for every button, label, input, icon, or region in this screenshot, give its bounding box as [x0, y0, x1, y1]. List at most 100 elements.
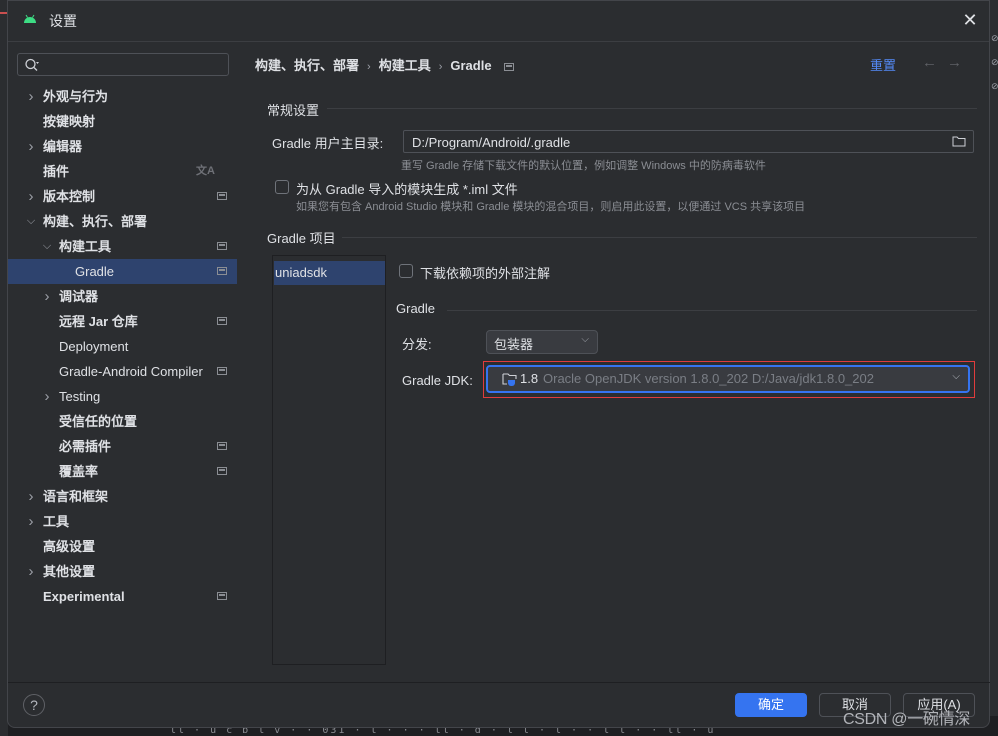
- back-arrow-icon[interactable]: ←: [922, 54, 937, 71]
- chevron-right-icon[interactable]: ›: [26, 84, 36, 109]
- gradle-jdk-label: Gradle JDK:: [402, 373, 473, 388]
- sidebar-item-label: 工具: [43, 514, 70, 529]
- sidebar-item[interactable]: 受信任的位置: [8, 409, 237, 434]
- background-window-edge-right: ⊘ ⊘ ⊘: [990, 0, 998, 736]
- ok-button[interactable]: 确定: [735, 693, 807, 717]
- folder-icon[interactable]: [952, 135, 966, 147]
- sidebar-item[interactable]: Deployment: [8, 334, 237, 359]
- breadcrumb-item-current: Gradle: [450, 58, 492, 73]
- search-input[interactable]: [44, 56, 228, 75]
- sidebar-item[interactable]: 远程 Jar 仓库: [8, 309, 237, 334]
- chevron-right-icon[interactable]: ›: [26, 484, 36, 509]
- jdk-folder-icon: [502, 373, 517, 386]
- project-scope-icon: [217, 317, 227, 325]
- project-scope-icon: [217, 467, 227, 475]
- breadcrumb-item[interactable]: 构建工具: [379, 58, 431, 73]
- sidebar-item-label: 受信任的位置: [59, 414, 138, 429]
- sidebar-item-label: 外观与行为: [43, 89, 109, 104]
- chevron-right-icon[interactable]: ›: [26, 134, 36, 159]
- sidebar-item-label: 其他设置: [43, 564, 96, 579]
- sidebar-item-label: Gradle: [75, 264, 115, 279]
- section-divider: [327, 108, 977, 109]
- sidebar-item-label: 语言和框架: [43, 489, 109, 504]
- sidebar-item[interactable]: 插件 文A: [8, 159, 237, 184]
- sidebar-item[interactable]: 覆盖率: [8, 459, 237, 484]
- android-icon: [24, 14, 36, 23]
- sidebar-item-label: 插件: [43, 164, 70, 179]
- section-divider: [447, 310, 977, 311]
- sidebar-item[interactable]: ⌵ 构建工具: [8, 234, 237, 259]
- gradle-user-home-hint: 重写 Gradle 存储下载文件的默认位置，例如调整 Windows 中的防病毒…: [401, 160, 766, 172]
- gradle-section-title: Gradle: [396, 301, 436, 316]
- sidebar-item[interactable]: › 外观与行为: [8, 84, 237, 109]
- sidebar-item-label: 按键映射: [43, 114, 96, 129]
- general-settings-title: 常规设置: [267, 103, 320, 118]
- generate-iml-label[interactable]: 为从 Gradle 导入的模块生成 *.iml 文件: [296, 179, 518, 198]
- breadcrumb-separator: ›: [438, 61, 443, 73]
- search-field[interactable]: [17, 53, 229, 76]
- search-icon: [25, 58, 39, 71]
- help-button[interactable]: ?: [23, 694, 45, 716]
- watermark: CSDN @一碗情深: [843, 711, 971, 728]
- chevron-right-icon[interactable]: ›: [26, 509, 36, 534]
- dialog-title: 设置: [49, 13, 77, 29]
- project-scope-icon: [503, 62, 514, 71]
- project-item-uniadsdk[interactable]: uniadsdk: [274, 261, 385, 285]
- sidebar-item-label: 构建、执行、部署: [43, 214, 148, 229]
- close-icon: ✕: [962, 10, 978, 30]
- project-scope-icon: [217, 592, 227, 600]
- download-annotations-label[interactable]: 下载依赖项的外部注解: [420, 263, 550, 282]
- sidebar-item[interactable]: › 编辑器: [8, 134, 237, 159]
- chevron-down-icon[interactable]: ⌵: [42, 234, 52, 259]
- gradle-jdk-dropdown[interactable]: 1.8 Oracle OpenJDK version 1.8.0_202 D:/…: [486, 365, 970, 393]
- footer-divider: [8, 682, 990, 683]
- project-scope-icon: [217, 192, 227, 200]
- sidebar-item-label: Testing: [59, 389, 101, 404]
- link-icon: ⊘: [991, 57, 998, 67]
- sidebar-item-label: Experimental: [43, 589, 125, 604]
- forward-arrow-icon[interactable]: →: [947, 54, 962, 71]
- project-scope-icon: [217, 442, 227, 450]
- sidebar-item[interactable]: 按键映射: [8, 109, 237, 134]
- link-icon: ⊘: [991, 81, 998, 91]
- distribution-value: 包装器: [494, 337, 534, 352]
- breadcrumb-item[interactable]: 构建、执行、部署: [255, 58, 359, 73]
- chevron-down-icon[interactable]: ⌵: [26, 209, 36, 234]
- settings-sidebar: › 外观与行为 按键映射 › 编辑器 插件 文A › 版本控制 ⌵ 构建、执行、部署 ⌵ 构建工具 Gra…: [8, 42, 237, 682]
- gradle-projects-title: Gradle 项目: [267, 231, 336, 246]
- jdk-version: 1.8: [520, 371, 539, 386]
- sidebar-item[interactable]: Experimental: [8, 584, 237, 609]
- gradle-user-home-label: Gradle 用户主目录:: [272, 136, 384, 151]
- download-annotations-checkbox[interactable]: [399, 264, 413, 278]
- sidebar-item[interactable]: › 调试器: [8, 284, 237, 309]
- project-scope-icon: [217, 242, 227, 250]
- link-icon: ⊘: [991, 33, 998, 43]
- sidebar-item-label: 版本控制: [43, 189, 96, 204]
- sidebar-item[interactable]: Gradle: [8, 259, 237, 284]
- sidebar-item-label: 调试器: [59, 289, 99, 304]
- sidebar-item[interactable]: 高级设置: [8, 534, 237, 559]
- gradle-user-home-field[interactable]: [403, 130, 974, 153]
- sidebar-item[interactable]: › 工具: [8, 509, 237, 534]
- chevron-right-icon[interactable]: ›: [42, 284, 52, 309]
- sidebar-item[interactable]: ⌵ 构建、执行、部署: [8, 209, 237, 234]
- sidebar-item-label: 构建工具: [59, 239, 112, 254]
- sidebar-item[interactable]: 必需插件: [8, 434, 237, 459]
- sidebar-item[interactable]: › Testing: [8, 384, 237, 409]
- sidebar-item[interactable]: › 其他设置: [8, 559, 237, 584]
- chevron-right-icon[interactable]: ›: [26, 559, 36, 584]
- chevron-right-icon[interactable]: ›: [26, 184, 36, 209]
- sidebar-item-label: 必需插件: [59, 439, 112, 454]
- generate-iml-checkbox[interactable]: [275, 180, 289, 194]
- sidebar-item[interactable]: Gradle-Android Compiler: [8, 359, 237, 384]
- sidebar-item[interactable]: › 语言和框架: [8, 484, 237, 509]
- gradle-project-list: uniadsdk: [272, 255, 386, 665]
- distribution-dropdown[interactable]: 包装器 ⌵: [486, 330, 598, 354]
- gradle-user-home-input[interactable]: [410, 133, 934, 152]
- sidebar-item[interactable]: › 版本控制: [8, 184, 237, 209]
- project-scope-icon: [217, 267, 227, 275]
- reset-link[interactable]: 重置: [870, 55, 896, 74]
- close-button[interactable]: ✕: [961, 11, 979, 29]
- sidebar-item-label: Gradle-Android Compiler: [59, 364, 203, 379]
- chevron-right-icon[interactable]: ›: [42, 384, 52, 409]
